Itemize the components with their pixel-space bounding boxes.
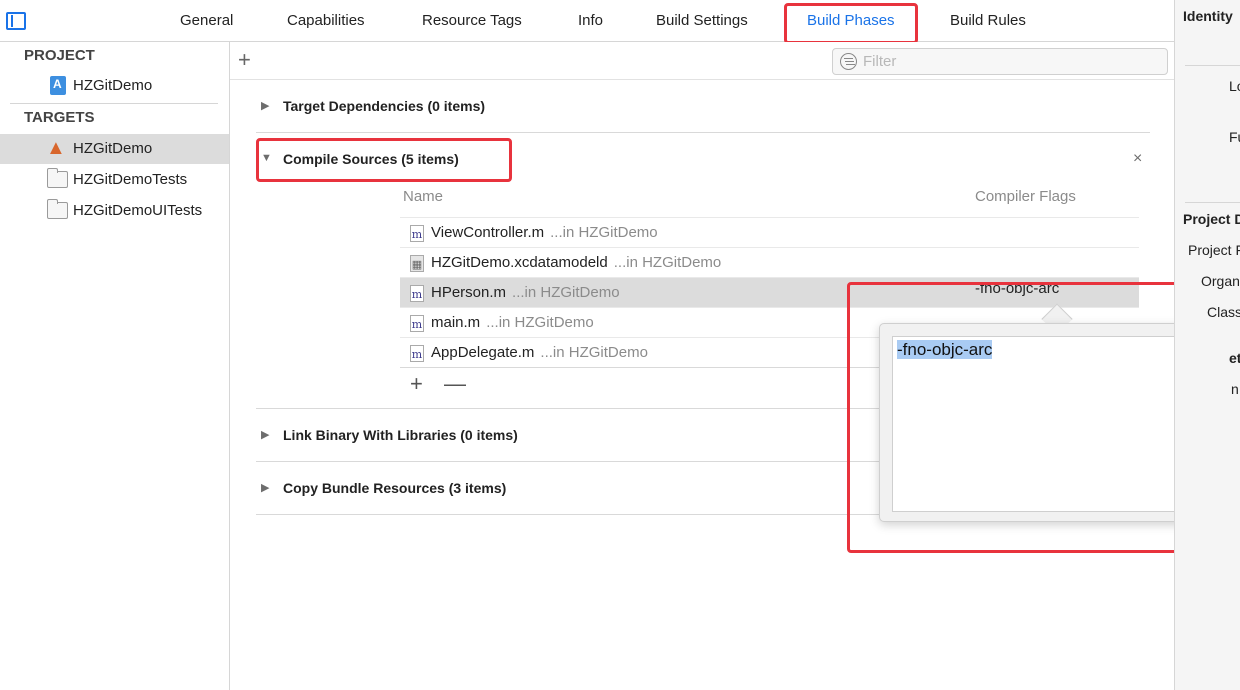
project-item[interactable]: HZGitDemo xyxy=(0,71,229,101)
objc-source-file-icon: m xyxy=(410,285,424,302)
filter-placeholder: Filter xyxy=(863,53,897,70)
inspector-location-label: Lo xyxy=(1229,78,1240,94)
phase-title: Link Binary With Libraries (0 items) xyxy=(283,427,518,443)
objc-source-file-icon: m xyxy=(410,315,424,332)
file-name: ViewController.m xyxy=(431,224,545,241)
table-row[interactable]: m HPerson.m ...in HZGitDemo -fno-objc-arc xyxy=(400,277,1139,307)
compiler-flags-value[interactable]: -fno-objc-arc xyxy=(975,280,1059,297)
navigator-divider xyxy=(10,103,218,104)
disclosure-collapsed-icon[interactable]: ▶ xyxy=(261,428,269,441)
file-location: ...in HZGitDemo xyxy=(613,254,722,271)
filter-icon xyxy=(840,53,857,70)
selected-flag-text: -fno-objc-arc xyxy=(897,340,993,359)
delete-phase-icon[interactable]: × xyxy=(1133,150,1142,168)
table-row[interactable]: ▦ HZGitDemo.xcdatamodeld ...in HZGitDemo xyxy=(400,247,1139,277)
column-header-compiler-flags[interactable]: Compiler Flags xyxy=(975,188,1076,205)
target-label: HZGitDemoTests xyxy=(73,171,188,188)
test-bundle-icon xyxy=(47,168,68,188)
tab-general[interactable]: General xyxy=(180,0,233,42)
target-label: HZGitDemoUITests xyxy=(73,202,203,219)
tab-build-settings[interactable]: Build Settings xyxy=(656,0,748,42)
compiler-flags-textarea[interactable]: -fno-objc-arc xyxy=(892,336,1218,512)
project-item-label: HZGitDemo xyxy=(73,77,153,94)
tab-capabilities[interactable]: Capabilities xyxy=(287,0,365,42)
objc-source-file-icon: m xyxy=(410,225,424,242)
inspector-label-fragment: n xyxy=(1231,381,1239,397)
inspector-divider xyxy=(1185,65,1240,66)
phase-title: Copy Bundle Resources (3 items) xyxy=(283,480,507,496)
column-header-name[interactable]: Name xyxy=(403,188,443,205)
inspector-project-doc-header: Project D xyxy=(1183,211,1240,227)
navigator-toggle-icon[interactable] xyxy=(6,12,26,30)
table-row[interactable]: m ViewController.m ...in HZGitDemo xyxy=(400,217,1139,247)
identity-inspector: Identity Lo Fu Project D Project F Organ… xyxy=(1174,0,1240,690)
inspector-project-format-label: Project F xyxy=(1188,242,1240,258)
add-file-button[interactable]: + xyxy=(410,371,423,397)
inspector-divider xyxy=(1185,202,1240,203)
file-name: HPerson.m xyxy=(431,284,507,301)
project-section-header: PROJECT xyxy=(24,47,95,64)
disclosure-expanded-icon[interactable]: ▼ xyxy=(261,152,272,164)
objc-source-file-icon: m xyxy=(410,345,424,362)
phases-toolbar: + Filter xyxy=(230,42,1174,80)
targets-section-header: TARGETS xyxy=(24,109,95,126)
inspector-section-fragment: et xyxy=(1229,350,1240,366)
file-name: AppDelegate.m xyxy=(431,344,535,361)
file-location: ...in HZGitDemo xyxy=(540,344,648,361)
inspector-class-prefix-label: Class xyxy=(1207,304,1240,320)
file-location: ...in HZGitDemo xyxy=(512,284,620,301)
file-name: main.m xyxy=(431,314,481,331)
file-location: ...in HZGitDemo xyxy=(550,224,658,241)
data-model-file-icon: ▦ xyxy=(410,255,424,272)
filter-input[interactable]: Filter xyxy=(832,48,1168,75)
test-bundle-icon xyxy=(47,199,68,219)
target-item-hzgitdemotests[interactable]: HZGitDemoTests xyxy=(0,165,229,195)
file-location: ...in HZGitDemo xyxy=(486,314,594,331)
target-item-hzgitdemouitests[interactable]: HZGitDemoUITests xyxy=(0,196,229,226)
inspector-identity-header: Identity xyxy=(1183,8,1233,24)
tab-info[interactable]: Info xyxy=(578,0,603,42)
disclosure-collapsed-icon[interactable]: ▶ xyxy=(261,481,269,494)
xcode-window: General Capabilities Resource Tags Info … xyxy=(0,0,1240,690)
target-label: HZGitDemo xyxy=(73,140,153,157)
inspector-full-path-label: Fu xyxy=(1229,129,1240,145)
app-target-icon: ▲ xyxy=(46,137,66,159)
add-phase-button[interactable]: + xyxy=(238,48,251,72)
editor-tab-bar: General Capabilities Resource Tags Info … xyxy=(0,0,1174,44)
phase-title: Compile Sources (5 items) xyxy=(283,151,459,167)
phase-divider xyxy=(256,132,1150,133)
inspector-organization-label: Organ xyxy=(1201,273,1240,289)
disclosure-collapsed-icon[interactable]: ▶ xyxy=(261,99,269,112)
file-name: HZGitDemo.xcdatamodeld xyxy=(431,254,608,271)
tab-build-rules[interactable]: Build Rules xyxy=(950,0,1026,42)
tab-resource-tags[interactable]: Resource Tags xyxy=(422,0,522,42)
tab-build-phases[interactable]: Build Phases xyxy=(807,0,895,42)
project-file-icon xyxy=(50,76,66,95)
phase-title: Target Dependencies (0 items) xyxy=(283,98,486,114)
remove-file-button[interactable]: — xyxy=(444,371,466,397)
target-item-hzgitdemo[interactable]: ▲ HZGitDemo xyxy=(0,134,229,164)
project-navigator: PROJECT HZGitDemo TARGETS ▲ HZGitDemo HZ… xyxy=(0,42,230,690)
